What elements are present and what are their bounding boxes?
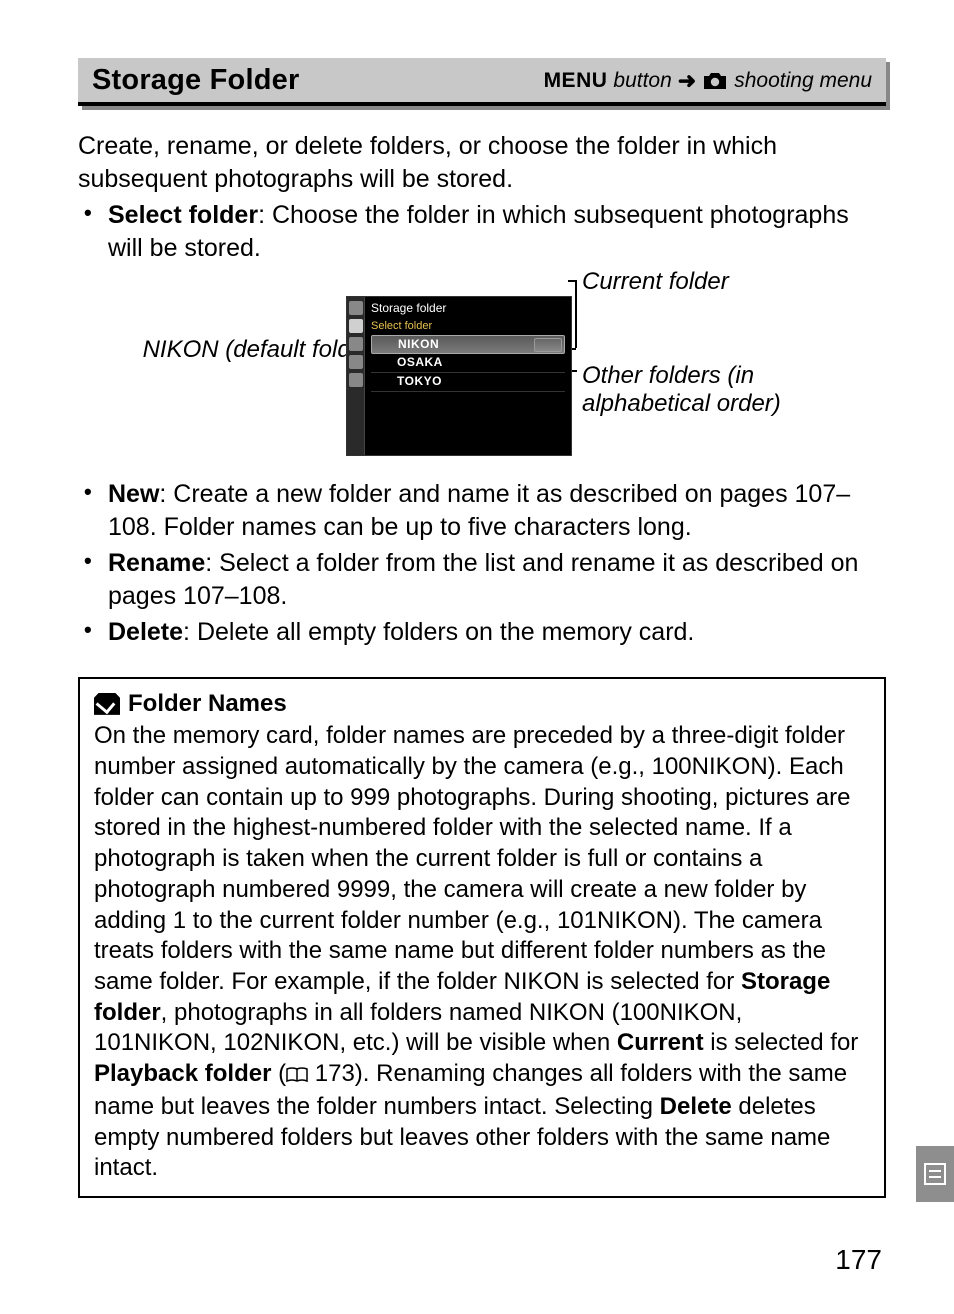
- bullet-new: New: Create a new folder and name it as …: [78, 478, 886, 543]
- book-icon: [286, 1061, 308, 1092]
- note-box: Folder Names On the memory card, folder …: [78, 677, 886, 1199]
- camera-screen: Storage folder Select folder NIKON OSAKA…: [346, 296, 572, 456]
- note-text: On the memory card, folder names are pre…: [94, 722, 851, 995]
- section-header: Storage Folder MENU button ➜ shooting me…: [78, 58, 886, 106]
- screen-title: Storage folder: [371, 301, 565, 317]
- callout-line: [568, 280, 576, 282]
- label-current-folder: Current folder: [582, 268, 729, 296]
- option-list-cont: New: Create a new folder and name it as …: [78, 478, 886, 649]
- arrow-icon: ➜: [678, 67, 696, 96]
- note-title: Folder Names: [128, 689, 287, 720]
- callout-line: [575, 280, 577, 348]
- option-list: Select folder: Choose the folder in whic…: [78, 199, 886, 264]
- intro-text: Create, rename, or delete folders, or ch…: [78, 130, 886, 195]
- note-text: is selected for: [704, 1029, 859, 1056]
- note-header: Folder Names: [94, 689, 870, 720]
- bullet-rename: Rename: Select a folder from the list an…: [78, 547, 886, 612]
- bullet-select-folder: Select folder: Choose the folder in whic…: [78, 199, 886, 264]
- bullet-label: Delete: [108, 618, 183, 646]
- menu-word: MENU: [544, 67, 608, 94]
- sidebar-icon: [349, 373, 363, 387]
- note-text: (: [271, 1060, 286, 1087]
- sidebar-icon: [349, 355, 363, 369]
- camera-icon: [702, 71, 728, 91]
- sidebar-icon: [349, 337, 363, 351]
- note-bold: Playback folder: [94, 1060, 271, 1087]
- sidebar-icon: [349, 319, 363, 333]
- bullet-label: New: [108, 480, 159, 508]
- menu-path: MENU button ➜ shooting menu: [544, 67, 872, 96]
- button-word: button: [613, 67, 671, 94]
- screen-subtitle: Select folder: [371, 319, 565, 333]
- note-body: On the memory card, folder names are pre…: [94, 721, 870, 1184]
- sidebar-icon: [349, 301, 363, 315]
- screen-main: Storage folder Select folder NIKON OSAKA…: [365, 297, 571, 455]
- screen-sidebar: [347, 297, 365, 455]
- folder-row-selected: NIKON: [371, 335, 565, 355]
- menu-trail: shooting menu: [734, 67, 872, 94]
- bullet-delete: Delete: Delete all empty folders on the …: [78, 616, 886, 649]
- label-other-folders: Other folders (in alphabetical order): [582, 362, 842, 417]
- note-icon: [94, 693, 120, 715]
- folder-row: TOKYO: [371, 373, 565, 392]
- bullet-label: Rename: [108, 549, 205, 577]
- note-bold: Current: [617, 1029, 704, 1056]
- bullet-text: : Delete all empty folders on the memory…: [183, 618, 694, 646]
- page-number: 177: [835, 1242, 882, 1278]
- folder-figure: NIKON (default folder) Current folder Ot…: [78, 268, 886, 468]
- section-title: Storage Folder: [92, 62, 299, 100]
- folder-row: OSAKA: [371, 354, 565, 373]
- bullet-text: : Create a new folder and name it as des…: [108, 480, 850, 541]
- bullet-label: Select folder: [108, 201, 258, 229]
- side-tab-icon: [916, 1146, 954, 1202]
- label-default-folder: NIKON (default folder): [120, 336, 380, 364]
- bullet-text: : Select a folder from the list and rena…: [108, 549, 858, 610]
- note-bold: Delete: [660, 1093, 732, 1120]
